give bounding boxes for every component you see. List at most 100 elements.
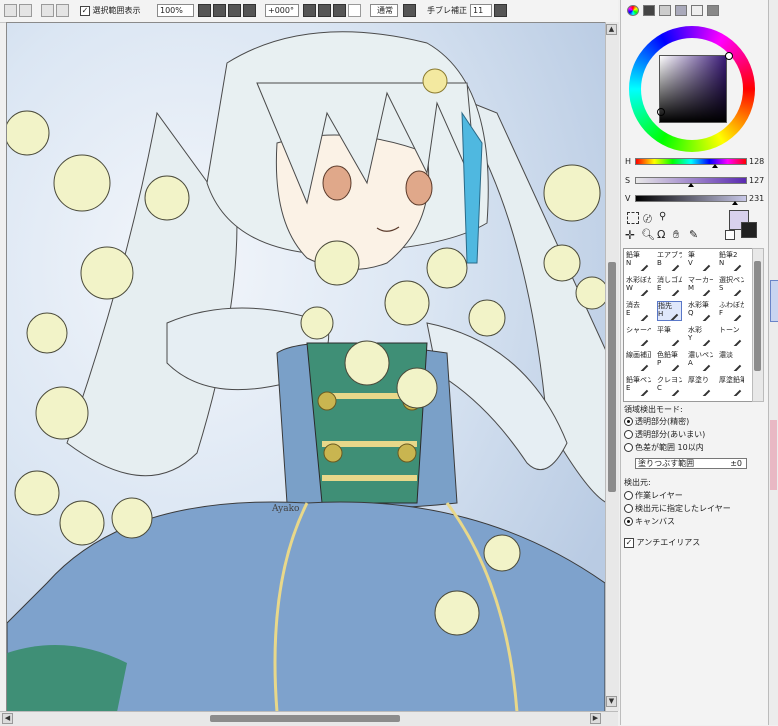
deselect-icon[interactable] [19, 4, 32, 17]
v-value[interactable]: 231 [749, 194, 764, 203]
tool-cell[interactable]: シャーペン [626, 326, 651, 346]
rotate-reset-icon[interactable] [333, 4, 346, 17]
source-option-2[interactable]: キャンバス [624, 516, 675, 527]
magic-wand-icon[interactable]: ⚲ [659, 211, 666, 222]
fill-extend-value[interactable]: ±0 [730, 459, 742, 469]
tool-cell[interactable]: 消去 E [626, 301, 651, 321]
transparent-color-icon[interactable] [725, 230, 735, 240]
detect-mode-option-2[interactable]: 色差が範囲 10以内 [624, 442, 704, 453]
move-icon[interactable]: ✛ [625, 228, 635, 242]
scroll-up-icon[interactable]: ▲ [606, 24, 617, 35]
tool-cell[interactable]: 厚塗鉛筆 [719, 376, 744, 396]
tool-cell[interactable]: 消しゴム E [657, 276, 682, 296]
clear-selection-icon[interactable] [56, 4, 69, 17]
hue-cursor[interactable] [725, 52, 733, 60]
tool-cell[interactable]: 水彩 Y [688, 326, 713, 346]
vertical-scroll-thumb[interactable] [608, 262, 616, 492]
v-slider[interactable] [635, 195, 747, 205]
selection-display-checkbox[interactable]: ✓ [80, 5, 90, 16]
antialias-checkbox[interactable]: ✓ [624, 537, 634, 548]
h-slider-marker[interactable] [712, 164, 719, 168]
rotate-icon[interactable]: Ω [657, 228, 665, 241]
tool-cell[interactable]: 指先 H [657, 301, 682, 321]
scroll-right-icon[interactable]: ▶ [590, 713, 601, 724]
horizontal-scroll-thumb[interactable] [210, 715, 400, 722]
selected-layer-edge[interactable] [770, 280, 778, 322]
antialias-icon[interactable] [403, 4, 416, 17]
scroll-left-icon[interactable]: ◀ [2, 713, 13, 724]
rect-select-icon[interactable] [627, 212, 639, 224]
tool-cell[interactable]: 水彩ぼかしW [626, 276, 651, 296]
detect-mode-option-1[interactable]: 透明部分(あいまい) [624, 429, 705, 440]
swatch-tab-icon[interactable] [691, 5, 703, 16]
tool-cell[interactable]: 鉛筆2 N [719, 251, 744, 271]
selection-display-toggle[interactable]: ✓ 選択範囲表示 [80, 5, 141, 16]
tool-cell[interactable]: ふわぼかしF [719, 301, 744, 321]
scroll-down-icon[interactable]: ▼ [606, 696, 617, 707]
stabilizer-dropdown-icon[interactable] [494, 4, 507, 17]
horizontal-scrollbar[interactable]: ◀ ▶ [0, 711, 618, 726]
h-slider[interactable] [635, 158, 747, 168]
radio-icon[interactable] [624, 443, 633, 452]
zoom-in-icon[interactable] [228, 4, 241, 17]
tool-cell[interactable]: クレヨン C [657, 376, 682, 396]
rotate-right-icon[interactable] [318, 4, 331, 17]
layer-panel-edge[interactable] [768, 0, 778, 725]
tool-cell[interactable]: 平筆 [657, 326, 682, 346]
tool-cell[interactable]: 鉛筆 N [626, 251, 651, 271]
eyedropper-icon[interactable]: ✎ [689, 228, 698, 241]
fill-extend-field[interactable]: 塗りつぶす範囲 ±0 [635, 458, 747, 469]
antialias-toggle[interactable]: ✓ アンチエイリアス [624, 537, 700, 548]
flip-icon[interactable] [348, 4, 361, 17]
radio-icon[interactable] [624, 417, 633, 426]
color-wheel-tab-icon[interactable] [627, 5, 639, 16]
zoom-out-icon[interactable] [213, 4, 226, 17]
tool-cell[interactable]: 線画補正 [626, 351, 651, 371]
tool-cell[interactable]: 厚塗り [688, 376, 713, 396]
color-slider-tab-icon[interactable] [643, 5, 655, 16]
radio-icon[interactable] [624, 517, 633, 526]
zoom-reset-icon[interactable] [243, 4, 256, 17]
saturation-value-square[interactable] [659, 55, 727, 123]
background-color[interactable] [741, 222, 757, 238]
tool-cell[interactable]: 濃淡 [719, 351, 744, 371]
canvas[interactable]: Ayako [6, 22, 606, 713]
tool-grid-scroll-thumb[interactable] [754, 261, 761, 371]
select-all-icon[interactable] [4, 4, 17, 17]
tool-cell[interactable]: 水彩筆 Q [688, 301, 713, 321]
tool-cell[interactable]: エアブラシB [657, 251, 682, 271]
scratchpad-tab-icon[interactable] [675, 5, 687, 16]
radio-icon[interactable] [624, 504, 633, 513]
tool-cell[interactable]: 鉛筆ペン E [626, 376, 651, 396]
s-value[interactable]: 127 [749, 176, 764, 185]
tool-cell[interactable]: 色鉛筆 P [657, 351, 682, 371]
stabilizer-select[interactable]: 11 [470, 4, 492, 17]
sv-cursor[interactable] [657, 108, 665, 116]
h-value[interactable]: 128 [749, 157, 764, 166]
detect-mode-option-0[interactable]: 透明部分(精密) [624, 416, 689, 427]
color-set-tab-icon[interactable] [659, 5, 671, 16]
source-option-1[interactable]: 検出元に指定したレイヤー [624, 503, 731, 514]
vertical-scrollbar[interactable]: ▲ ▼ [605, 22, 619, 711]
tool-cell[interactable]: 筆V [688, 251, 713, 271]
tool-cell[interactable]: 濃いペン A [688, 351, 713, 371]
lasso-icon[interactable]: 〄 [643, 212, 652, 225]
radio-icon[interactable] [624, 430, 633, 439]
hand-icon[interactable]: ✋︎ [673, 228, 679, 242]
source-option-0[interactable]: 作業レイヤー [624, 490, 683, 501]
invert-selection-icon[interactable] [41, 4, 54, 17]
zoom-dropdown-icon[interactable] [198, 4, 211, 17]
s-slider-marker[interactable] [688, 183, 694, 187]
radio-icon[interactable] [624, 491, 633, 500]
tool-cell[interactable]: 選択ペン S [719, 276, 744, 296]
rotation-field[interactable]: +000° [265, 4, 299, 17]
tool-cell[interactable]: マーカー M [688, 276, 713, 296]
s-slider[interactable] [635, 177, 747, 187]
zoom-icon[interactable]: 🔍︎ [641, 228, 655, 241]
blend-mode-select[interactable]: 通常 [370, 4, 398, 17]
tool-cell[interactable]: トーン [719, 326, 744, 346]
navigator-tab-icon[interactable] [707, 5, 719, 16]
rotate-left-icon[interactable] [303, 4, 316, 17]
zoom-field[interactable]: 100% [157, 4, 194, 17]
tool-grid-scrollbar[interactable] [752, 248, 764, 402]
